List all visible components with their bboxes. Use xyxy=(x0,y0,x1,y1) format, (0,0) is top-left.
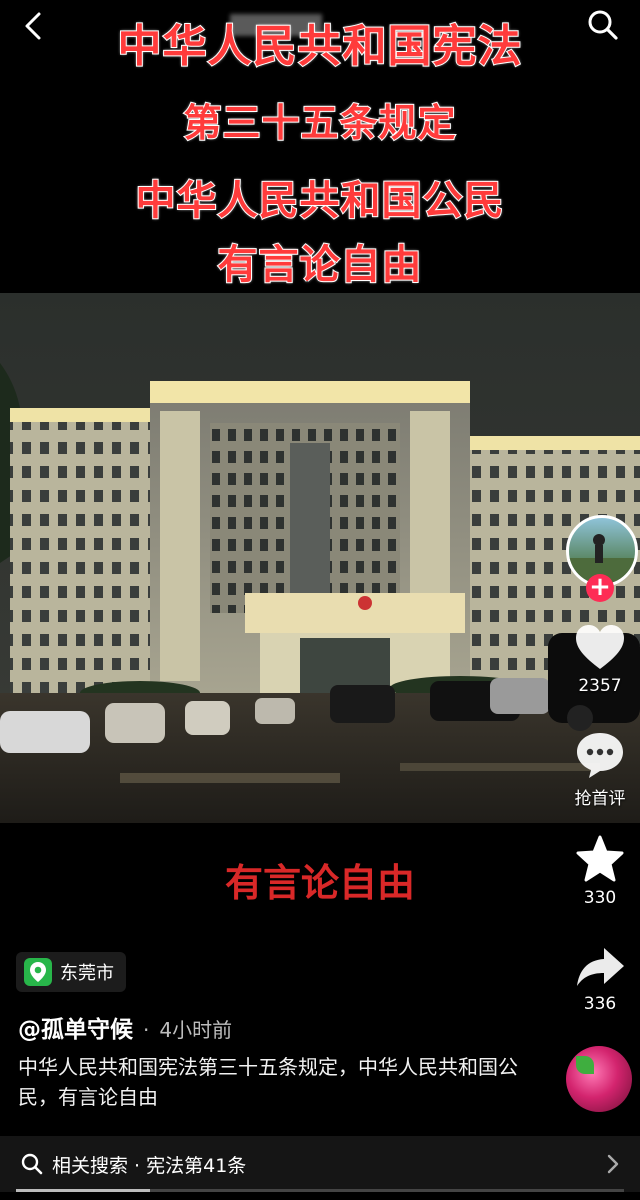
location-pin-icon xyxy=(24,958,52,986)
share-count: 336 xyxy=(583,994,617,1014)
overlay-line-3: 中华人民共和国公民 xyxy=(135,177,505,225)
related-search-label: 相关搜索 · 宪法第41条 xyxy=(52,1154,247,1177)
video-progress-bar[interactable] xyxy=(16,1189,624,1192)
music-disc[interactable] xyxy=(566,1046,632,1112)
like-count: 2357 xyxy=(578,676,622,696)
chevron-right-icon xyxy=(607,1154,619,1174)
star-icon xyxy=(576,835,624,882)
related-search-bar[interactable]: 相关搜索 · 宪法第41条 xyxy=(0,1136,640,1192)
author-name[interactable]: @孤单守候 xyxy=(18,1010,133,1044)
post-time: 4小时前 xyxy=(159,1018,233,1042)
location-label: 东莞市 xyxy=(60,963,114,984)
share-icon xyxy=(577,948,624,986)
follow-plus-button[interactable]: + xyxy=(586,574,614,602)
comment-label: 抢首评 xyxy=(574,789,626,809)
share-button[interactable]: 336 xyxy=(560,944,640,1014)
author-row: @孤单守候 · 4小时前 xyxy=(18,1010,232,1044)
like-button[interactable]: 2357 xyxy=(560,624,640,696)
location-chip[interactable]: 东莞市 xyxy=(16,952,126,992)
video-frame-building[interactable] xyxy=(0,293,640,823)
time-separator: · xyxy=(143,1018,150,1042)
overlay-line-1: 中华人民共和国宪法 xyxy=(117,20,523,73)
video-progress-fill xyxy=(16,1189,150,1192)
video-subtitle: 有言论自由 xyxy=(224,861,415,905)
music-disc-leaf xyxy=(576,1056,594,1074)
video-caption[interactable]: 中华人民共和国宪法第三十五条规定，中华人民共和国公民，有言论自由 xyxy=(18,1052,518,1112)
comment-button[interactable]: 抢首评 xyxy=(560,730,640,809)
comment-icon xyxy=(577,733,623,778)
overlay-line-2: 第三十五条规定 xyxy=(182,100,457,146)
related-search-icon xyxy=(21,1153,43,1175)
favorite-count: 330 xyxy=(583,888,617,908)
overlay-line-4: 有言论自由 xyxy=(217,241,423,289)
heart-icon xyxy=(576,625,624,669)
favorite-button[interactable]: 330 xyxy=(560,834,640,908)
